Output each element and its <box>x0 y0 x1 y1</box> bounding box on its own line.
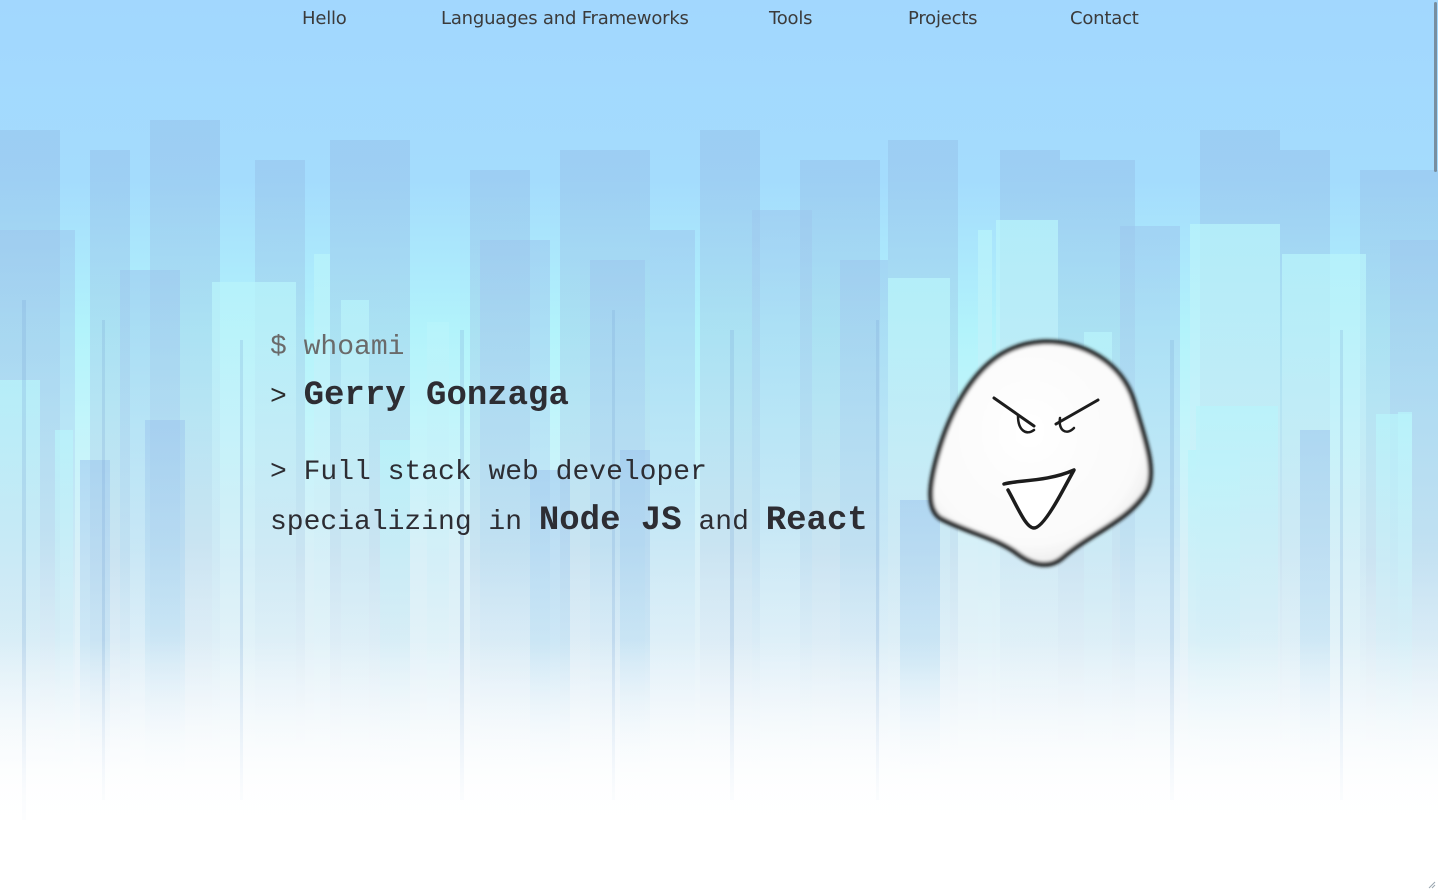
nav-projects[interactable]: Projects <box>908 8 978 29</box>
vertical-scrollbar[interactable] <box>1432 0 1438 891</box>
top-navigation: Hello Languages and Frameworks Tools Pro… <box>0 0 1438 42</box>
nav-contact[interactable]: Contact <box>1070 8 1139 29</box>
tagline-and: and <box>698 507 749 538</box>
page: Hello Languages and Frameworks Tools Pro… <box>0 0 1438 891</box>
developer-name: Gerry Gonzaga <box>303 377 569 415</box>
tagline-specializing: specializing in <box>270 507 523 538</box>
command-prompt: $ <box>270 332 287 363</box>
tech-node-js: Node JS <box>538 502 682 540</box>
tagline: > Full stack web developer specializing … <box>270 449 868 547</box>
bottom-fade <box>0 640 1438 891</box>
nav-hello[interactable]: Hello <box>302 8 347 29</box>
tech-react: React <box>765 502 868 540</box>
scrollbar-thumb[interactable] <box>1434 2 1437 172</box>
command-text: whoami <box>303 332 405 363</box>
nav-tools[interactable]: Tools <box>769 8 813 29</box>
smirking-ghost-icon <box>928 339 1154 567</box>
tagline-role: Full stack web developer <box>303 457 707 488</box>
output-prompt: > <box>270 382 287 413</box>
hero-terminal: $ whoami > Gerry Gonzaga > Full stack we… <box>270 332 868 547</box>
resize-grip-icon[interactable] <box>1428 881 1436 889</box>
tagline-prompt: > <box>270 457 287 488</box>
nav-languages-and-frameworks[interactable]: Languages and Frameworks <box>441 8 689 29</box>
command-line: $ whoami <box>270 332 868 363</box>
name-line: > Gerry Gonzaga <box>270 377 868 415</box>
